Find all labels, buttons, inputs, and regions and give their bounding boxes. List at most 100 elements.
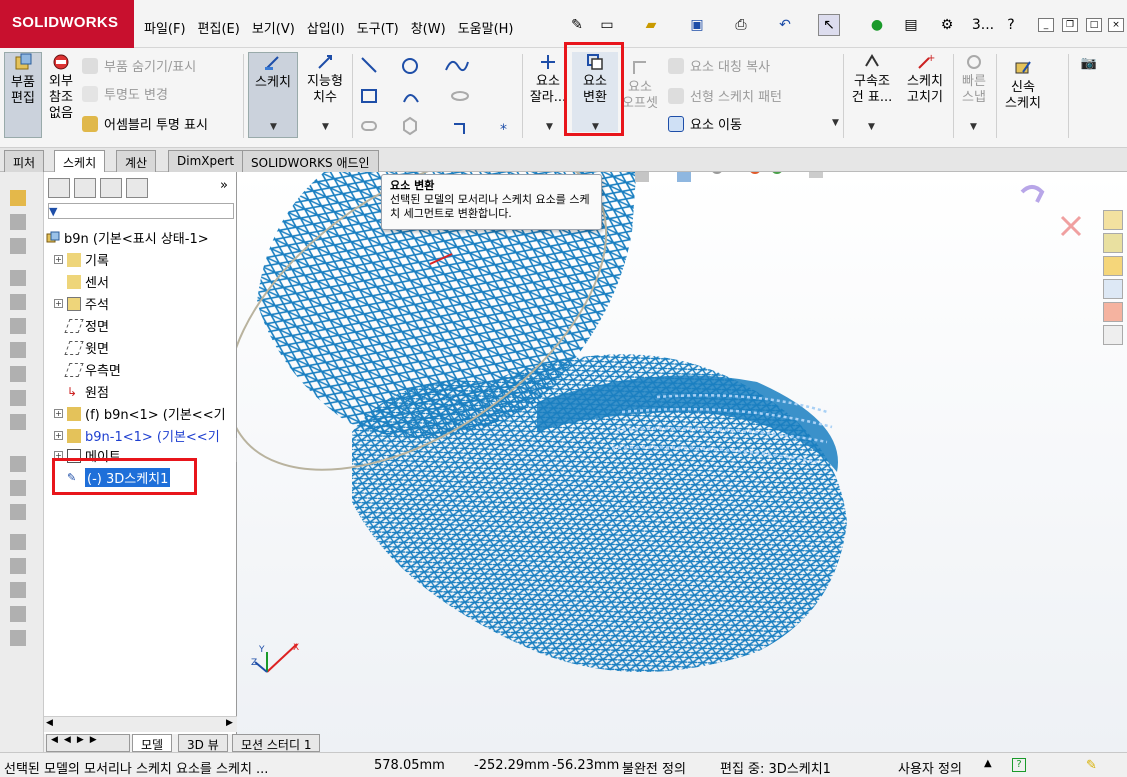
property-manager-tab-icon[interactable] xyxy=(74,178,96,198)
flex-icon[interactable] xyxy=(10,630,26,646)
offset-entities-button[interactable]: 요소 오프셋 xyxy=(618,58,662,112)
file-properties-icon[interactable]: ▤ xyxy=(900,14,922,36)
menu-help[interactable]: 도움말(H) xyxy=(454,18,518,37)
trim-dropdown[interactable]: ▼ xyxy=(546,122,553,132)
tree-item-sensors[interactable]: 센서 xyxy=(54,272,109,291)
fillet-tool-icon[interactable] xyxy=(10,318,26,334)
view-zoom-icon[interactable] xyxy=(635,172,649,182)
dome-icon[interactable] xyxy=(10,606,26,622)
tab-model[interactable]: 모델 xyxy=(132,734,173,752)
tree-item-origin[interactable]: ↳ 원점 xyxy=(54,382,109,402)
tab-addins[interactable]: SOLIDWORKS 애드인 xyxy=(242,150,379,172)
help-icon[interactable]: ? xyxy=(1000,14,1022,36)
menu-window[interactable]: 창(W) xyxy=(407,18,450,37)
curve-icon[interactable] xyxy=(10,534,26,550)
cut-icon[interactable] xyxy=(10,294,26,310)
fillet-icon[interactable] xyxy=(454,123,465,134)
menu-view[interactable]: 보기(V) xyxy=(248,18,299,37)
units-dropdown-icon[interactable]: ▲ xyxy=(984,758,992,769)
scroll-left-icon[interactable]: ◀ xyxy=(46,718,53,728)
tree-horizontal-scrollbar[interactable]: ◀ ▶ xyxy=(44,716,237,732)
tab-3d-view[interactable]: 3D 뷰 xyxy=(178,734,228,752)
appearances-icon[interactable] xyxy=(1103,302,1123,322)
maximize-button[interactable]: □ xyxy=(1086,18,1102,32)
custom-properties-icon[interactable] xyxy=(1103,325,1123,345)
tree-item-component-1[interactable]: + (f) b9n<1> (기본<<기 xyxy=(54,404,226,423)
resources-icon[interactable] xyxy=(1103,210,1123,230)
search-abbrev[interactable]: 3... xyxy=(966,14,1000,36)
exit-sketch-icon[interactable] xyxy=(1020,185,1045,203)
reference-icon[interactable] xyxy=(10,504,26,520)
camera-icon[interactable]: 📷 xyxy=(1078,56,1100,72)
mirror-entities[interactable]: 요소 대칭 복사 xyxy=(668,56,770,75)
view-settings-icon[interactable] xyxy=(809,172,823,178)
tab-motion-study[interactable]: 모션 스터디 1 xyxy=(232,734,321,752)
change-transparency[interactable]: 투명도 변경 xyxy=(82,84,168,103)
tree-item-top-plane[interactable]: 윗면 xyxy=(54,338,109,357)
sketch-dropdown[interactable]: ▼ xyxy=(270,122,277,132)
rib-icon[interactable] xyxy=(10,390,26,406)
expand-icon[interactable]: + xyxy=(54,255,63,264)
options-icon[interactable]: ⚙ xyxy=(936,14,958,36)
slot-icon[interactable] xyxy=(361,121,377,131)
external-ref-button[interactable]: 외부 참조 없음 xyxy=(44,52,78,122)
viewport-window-controls[interactable]: × xyxy=(1010,172,1107,173)
relations-dropdown[interactable]: ▼ xyxy=(868,122,875,132)
point-icon[interactable]: * xyxy=(500,122,507,138)
expand-icon[interactable]: + xyxy=(54,431,63,440)
arc-icon[interactable] xyxy=(403,94,419,103)
tree-item-annotations[interactable]: + 주석 xyxy=(54,294,109,313)
3d-model-wireframe[interactable]: Y Z X × xyxy=(237,172,1127,752)
minimize-button[interactable]: _ xyxy=(1038,18,1054,32)
close-button[interactable]: × xyxy=(1108,18,1124,32)
instant3d-icon[interactable] xyxy=(10,558,26,574)
chamfer-icon[interactable] xyxy=(10,342,26,358)
appearance-icon[interactable] xyxy=(749,172,761,174)
tree-root[interactable]: b9n (기본<표시 상태-1> xyxy=(46,228,209,247)
hole-icon[interactable] xyxy=(10,414,26,430)
tree-item-history[interactable]: + 기록 xyxy=(54,250,109,269)
help-status-icon[interactable]: ? xyxy=(1012,758,1026,772)
file-explorer-icon[interactable] xyxy=(1103,256,1123,276)
wrap-icon[interactable] xyxy=(10,582,26,598)
sweep-icon[interactable] xyxy=(10,238,26,254)
view-palette-icon[interactable] xyxy=(1103,279,1123,299)
rectangle-icon[interactable] xyxy=(361,89,377,103)
tab-dimxpert[interactable]: DimXpert xyxy=(168,150,244,172)
tab-sketch[interactable]: 스케치 xyxy=(54,150,106,172)
quick-snaps-button[interactable]: 빠른 스냅 xyxy=(956,52,992,106)
tree-item-component-2[interactable]: + b9n-1<1> (기본<<기 xyxy=(54,426,220,445)
display-style-icon[interactable] xyxy=(711,172,723,174)
tree-item-right-plane[interactable]: 우측면 xyxy=(54,360,121,379)
repair-sketch-button[interactable]: + 스케치 고치기 xyxy=(900,52,950,106)
tab-nav-arrows[interactable]: ◀◀▶▶ xyxy=(46,734,130,752)
menu-insert[interactable]: 삽입(I) xyxy=(303,18,349,37)
assembly-transparency[interactable]: 어셈블리 투명 표시 xyxy=(82,114,208,133)
configuration-manager-tab-icon[interactable] xyxy=(100,178,122,198)
move-entities[interactable]: 요소 이동 xyxy=(668,114,742,133)
ellipse-icon[interactable] xyxy=(451,91,469,101)
undo-icon[interactable]: ↶ xyxy=(774,14,796,36)
mirror-tool-icon[interactable] xyxy=(10,480,26,496)
extrude-icon[interactable] xyxy=(10,190,26,206)
menu-file[interactable]: 파일(F) xyxy=(140,18,190,37)
tree-filter-input[interactable]: ▼ xyxy=(48,203,234,219)
scene-icon[interactable] xyxy=(771,172,783,174)
expand-panel-icon[interactable]: » xyxy=(220,178,228,193)
cancel-sketch-icon[interactable] xyxy=(1060,215,1082,237)
pin-icon[interactable]: ✎ xyxy=(566,14,588,36)
expand-icon[interactable]: + xyxy=(54,409,63,418)
graphics-viewport[interactable]: Y Z X × xyxy=(237,172,1127,752)
tab-evaluate[interactable]: 계산 xyxy=(116,150,157,172)
expand-icon[interactable]: + xyxy=(54,299,63,308)
smart-dimension-button[interactable]: 지능형 치수 xyxy=(302,52,348,106)
sketch-entity-tools[interactable]: * xyxy=(358,54,518,140)
hide-show-parts[interactable]: 부품 숨기기/표시 xyxy=(82,56,196,75)
confirmation-corner[interactable] xyxy=(1020,185,1082,237)
quick-snaps-dropdown[interactable]: ▼ xyxy=(970,122,977,132)
heads-up-view-toolbar[interactable] xyxy=(635,172,823,182)
viewport-close-icon[interactable]: × xyxy=(1097,172,1107,173)
menu-edit[interactable]: 편집(E) xyxy=(194,18,244,37)
rapid-sketch-button[interactable]: 신속 스케치 xyxy=(1000,58,1046,112)
edit-part-button[interactable]: 부품 편집 xyxy=(4,52,42,138)
